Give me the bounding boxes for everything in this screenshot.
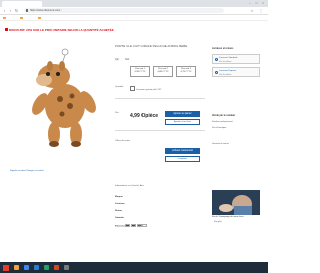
delivery-option-sub: Voir les délais — [219, 60, 232, 63]
ad-caption: Voir le Témoignage de notre client — [212, 216, 244, 218]
detail-label: Livraison — [115, 203, 125, 205]
detail-label: Marque — [115, 196, 123, 198]
share-link[interactable]: Partager cet article — [26, 170, 43, 172]
os-taskbar — [0, 262, 268, 273]
offers-label: Offres de vente — [115, 140, 130, 142]
seller-header: Vendu par le vendeur — [212, 115, 236, 117]
price-tier-button[interactable]: Prix unit 1 4,99 € TTC — [130, 66, 150, 77]
bookmark-item[interactable] — [38, 16, 42, 20]
address-text: https://www.cdiscount.com/... — [30, 9, 63, 12]
delivery-option-sub: Voir les délais — [219, 73, 232, 76]
guarantee-note: Garantie & retours — [212, 143, 229, 145]
tier-price: 4,89 € TTC — [157, 71, 169, 73]
seller-link[interactable]: Voir la boutique — [212, 127, 226, 129]
advertisement-image[interactable] — [212, 190, 260, 215]
minimize-icon[interactable]: – — [249, 1, 253, 5]
detail-label: Paiement — [115, 225, 125, 228]
taskbar-app-icon[interactable] — [44, 265, 49, 270]
detail-row: Marque — [115, 196, 123, 198]
promo-banner: DISCOUNT: 20% SUR LE PRIX UNITAIRE SELON… — [5, 28, 114, 32]
taskbar-app-icon[interactable] — [54, 265, 59, 270]
divider — [115, 98, 205, 99]
address-bar[interactable]: https://www.cdiscount.com/... — [24, 8, 224, 13]
close-icon[interactable]: × — [262, 1, 266, 5]
bookmark-item[interactable] — [3, 16, 7, 20]
product-image[interactable] — [10, 44, 110, 154]
delivery-option-title: Livraison Express — [219, 69, 237, 72]
quantity-label: Quantité — [115, 86, 124, 88]
taskbar-app-icon[interactable] — [24, 265, 29, 270]
bookmark-item[interactable] — [20, 16, 24, 20]
back-icon[interactable]: ‹ — [2, 8, 7, 13]
delivery-option[interactable]: Livraison Express Voir les délais — [212, 67, 260, 77]
price-label: Prix — [115, 112, 119, 114]
menu-icon[interactable]: ⋮ — [259, 8, 265, 13]
report-row: Signaler un abus Partager cet article — [10, 170, 44, 172]
browser-toolbar: ‹ › ↻ https://www.cdiscount.com/... ☆ ⋮ — [0, 7, 268, 15]
ad-link[interactable]: Voir plus — [214, 221, 222, 223]
giraffe-plush-illustration — [32, 48, 96, 147]
delivery-option[interactable]: Livraison Standard Voir les délais — [212, 54, 260, 64]
detail-row: Paiement — [115, 224, 148, 228]
radio-icon[interactable] — [214, 71, 218, 74]
delivery-option-title: Livraison Standard — [219, 56, 238, 59]
price-tier-button[interactable]: Prix unit 3 4,79 € TTC — [176, 66, 196, 77]
buy-now-button[interactable]: Acheter maintenant — [165, 148, 200, 154]
divider — [115, 130, 205, 131]
mastercard-icon — [130, 224, 136, 227]
browser-menu-icons[interactable]: ☆ ⋮ — [250, 8, 265, 13]
checkbox-label: Livraison gratuite dès 25€ — [136, 89, 162, 91]
paypal-icon — [136, 224, 142, 227]
start-icon[interactable] — [3, 264, 9, 271]
bookmarks-bar — [0, 15, 268, 21]
forward-icon[interactable]: › — [8, 8, 13, 13]
delivery-header: Livraison et retours — [212, 48, 234, 50]
lock-icon — [25, 9, 28, 12]
detail-tabs[interactable]: Informations sur l'article | Avis — [115, 185, 144, 187]
visa-icon — [125, 224, 131, 227]
detail-label: Retour — [115, 210, 123, 212]
seller-text: Vendeur professionnel — [212, 121, 233, 123]
reload-icon[interactable]: ↻ — [14, 8, 19, 13]
window-controls[interactable]: – □ × — [249, 1, 266, 5]
compare-button[interactable]: Comparer — [165, 156, 200, 162]
payment-icons — [125, 224, 148, 228]
detail-label: Garantie — [115, 217, 124, 219]
promo-text: DISCOUNT: 20% SUR LE PRIX UNITAIRE SELON… — [9, 28, 114, 32]
maximize-icon[interactable]: □ — [256, 1, 260, 5]
free-delivery-checkbox[interactable]: Livraison gratuite dès 25€ — [130, 86, 161, 91]
add-to-cart-button[interactable]: Ajouter au panier — [165, 111, 200, 117]
taskbar-app-icon[interactable] — [14, 265, 19, 270]
star-icon[interactable]: ☆ — [250, 8, 256, 13]
taskbar-app-icon[interactable] — [64, 265, 69, 270]
tier-price: 4,99 € TTC — [134, 71, 146, 73]
unit-price: 4,99 €/pièce — [130, 113, 159, 119]
detail-row: Retour — [115, 210, 122, 212]
detail-row: Garantie — [115, 217, 124, 219]
detail-row: Livraison — [115, 203, 125, 205]
promo-flag-icon — [5, 28, 8, 32]
tier-price: 4,79 € TTC — [180, 71, 192, 73]
report-text: Signaler un abus — [10, 170, 26, 172]
taskbar-app-icon[interactable] — [34, 265, 39, 270]
option-label: Qté — [115, 58, 119, 61]
add-to-list-button[interactable]: Ajouter à ma liste — [165, 119, 200, 125]
product-title: PORTE CLE CUIT GIRAFE PELUCHE ANIMAL BEB… — [115, 44, 188, 48]
option-value: Noir — [125, 58, 130, 61]
radio-selected-icon[interactable] — [214, 58, 218, 61]
browser-tab-strip: – □ × — [0, 0, 268, 7]
price-tier-button[interactable]: Prix unit 2 4,89 € TTC — [153, 66, 173, 77]
card-icon — [142, 224, 148, 227]
